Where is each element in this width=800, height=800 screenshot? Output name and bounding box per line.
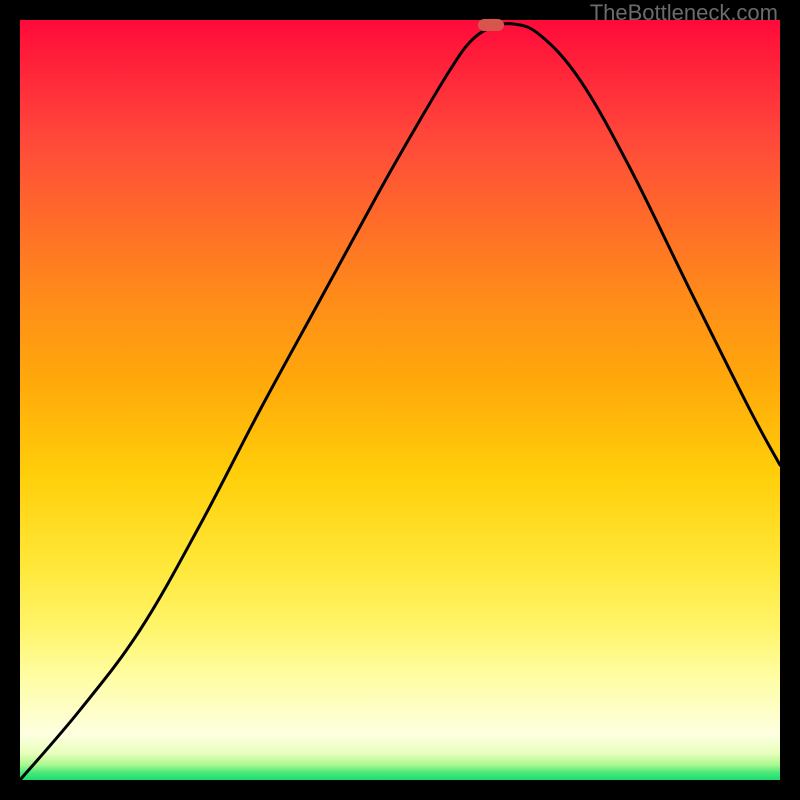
watermark-text: TheBottleneck.com bbox=[590, 0, 778, 26]
bottleneck-plot-area bbox=[20, 20, 780, 780]
optimal-point-marker bbox=[478, 19, 504, 31]
